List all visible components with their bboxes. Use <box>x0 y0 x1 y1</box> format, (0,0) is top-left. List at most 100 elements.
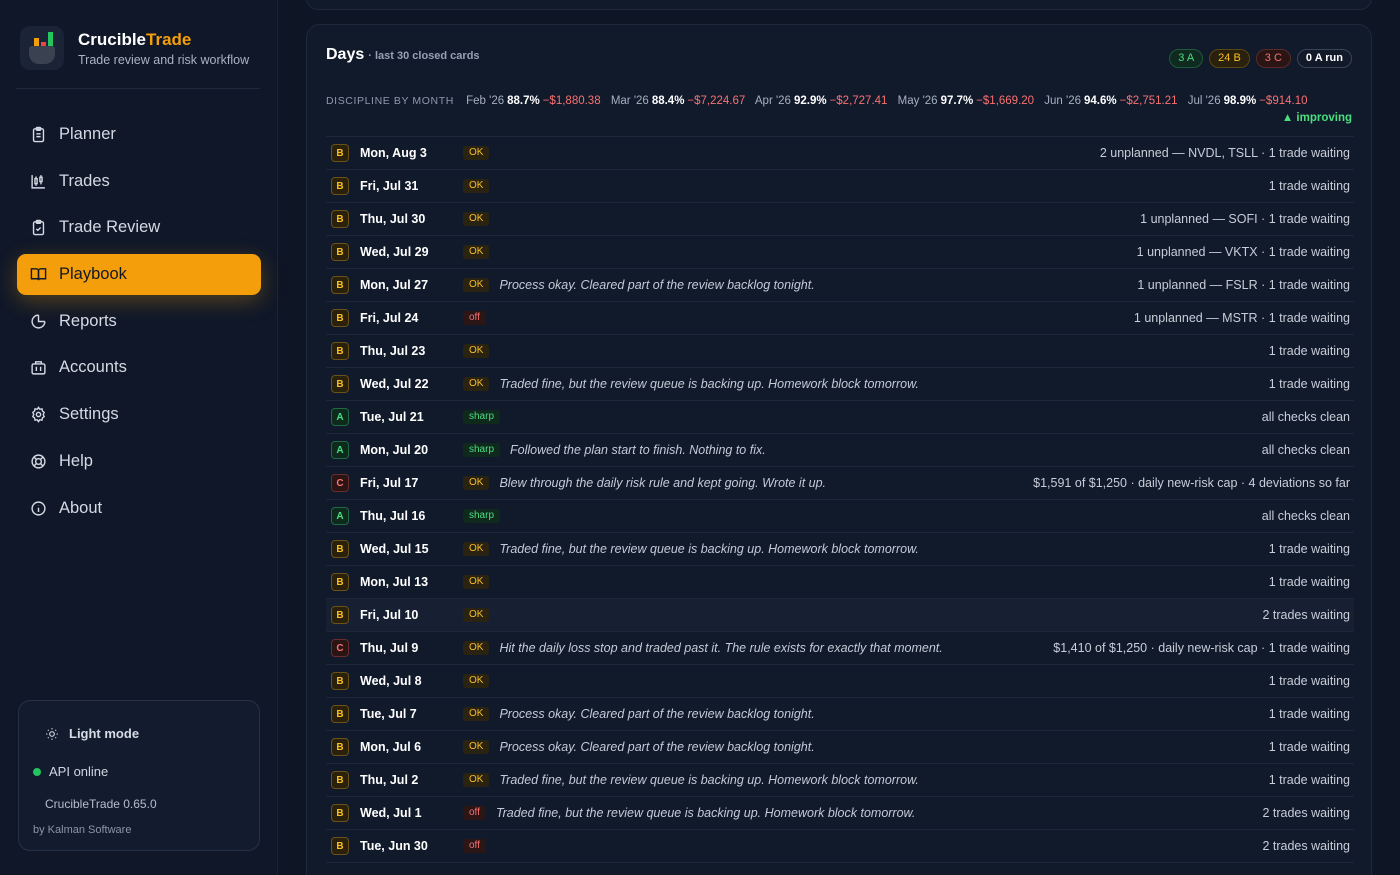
grade-badge: C <box>331 474 349 492</box>
grade-c-count-badge: 3 C <box>1255 49 1291 68</box>
day-date: Fri, Jul 31 <box>360 179 419 193</box>
sidebar-footer-card: Light mode API online CrucibleTrade 0.65… <box>18 700 260 851</box>
grade-summary: 3 A 24 B 3 C 0 A run <box>1169 49 1352 68</box>
grade-badge: B <box>331 309 349 327</box>
grade-badge: B <box>331 276 349 294</box>
day-note: Traded fine, but the review queue is bac… <box>499 377 919 391</box>
grade-badge: B <box>331 705 349 723</box>
api-status-label: API online <box>49 764 109 779</box>
day-row[interactable]: B Mon, Jul 27 OK Process okay. Cleared part… <box>326 269 1354 302</box>
grade-badge: B <box>331 771 349 789</box>
day-date: Fri, Jul 17 <box>360 476 419 490</box>
discipline-label: DISCIPLINE BY MONTH <box>326 95 454 107</box>
day-date: Mon, Jul 27 <box>360 278 429 292</box>
day-status: all checks clean <box>1261 509 1350 523</box>
nav-item-planner[interactable]: Planner <box>17 114 261 155</box>
day-row[interactable]: B Fri, Jul 31 OK 1 trade waiting <box>326 170 1354 203</box>
brand[interactable]: CrucibleTrade Trade review and risk work… <box>20 26 249 70</box>
nav-item-trade-review[interactable]: Trade Review <box>17 207 261 248</box>
logo <box>20 26 64 70</box>
month-pct: 97.7% <box>940 95 974 107</box>
mood-tag: OK <box>463 707 490 721</box>
month-pct: 94.6% <box>1084 95 1117 107</box>
grade-badge: B <box>331 606 349 624</box>
brand-name-accent: Trade <box>146 29 192 49</box>
day-row[interactable]: B Wed, Jul 22 OK Traded fine, but the revie… <box>326 368 1354 401</box>
day-row[interactable]: B Mon, Jul 6 OK Process okay. Cleared part … <box>326 731 1354 764</box>
nav-item-reports[interactable]: Reports <box>17 301 261 342</box>
day-row[interactable]: B Fri, Jul 24 off 1 unplanned — MSTR · 1 tr… <box>326 302 1354 335</box>
brand-subtitle: Trade review and risk workflow <box>78 52 250 67</box>
day-row[interactable]: B Wed, Jul 8 OK 1 trade waiting <box>326 665 1354 698</box>
discipline-by-month: DISCIPLINE BY MONTH Feb '26 88.7% −$1,880.… <box>326 90 1354 113</box>
day-row[interactable]: B Tue, Jun 30 off 2 trades waiting <box>326 830 1354 863</box>
candlestick-icon <box>29 172 47 190</box>
nav-item-settings[interactable]: Settings <box>17 394 261 435</box>
mood-tag: OK <box>463 740 490 754</box>
days-title: Days <box>326 46 365 63</box>
day-date: Tue, Jul 7 <box>360 707 417 721</box>
day-row[interactable]: B Thu, Jul 30 OK 1 unplanned — SOFI · 1 tra… <box>326 203 1354 236</box>
day-note: Traded fine, but the review queue is bac… <box>499 773 919 787</box>
month-pct: 98.9% <box>1223 95 1257 107</box>
day-status: 2 trades waiting <box>1262 608 1350 622</box>
sidebar: CrucibleTrade Trade review and risk work… <box>0 0 278 875</box>
day-date: Thu, Jul 23 <box>360 344 426 358</box>
day-row[interactable]: B Thu, Jul 23 OK 1 trade waiting <box>326 335 1354 368</box>
month-label: Mar '26 <box>610 95 649 107</box>
lifebuoy-icon <box>29 452 47 470</box>
light-mode-toggle[interactable]: Light mode <box>45 726 139 741</box>
day-row[interactable]: B Wed, Jul 1 off Traded fine, but the revie… <box>326 797 1354 830</box>
mood-tag: OK <box>463 608 490 622</box>
nav-item-accounts[interactable]: Accounts <box>17 347 261 388</box>
month-pnl: −$7,224.67 <box>687 95 746 107</box>
day-status: all checks clean <box>1261 443 1350 457</box>
a-run-badge: 0 A run <box>1296 49 1352 68</box>
brand-name: CrucibleTrade <box>78 30 249 50</box>
day-row[interactable]: A Tue, Jul 21 sharp all checks clean <box>326 401 1354 434</box>
nav-item-trades[interactable]: Trades <box>17 161 261 202</box>
month-label: Jul '26 <box>1187 95 1221 107</box>
day-row[interactable]: B Thu, Jul 2 OK Traded fine, but the review… <box>326 764 1354 797</box>
day-row[interactable]: B Fri, Jul 10 OK 2 trades waiting <box>326 599 1354 632</box>
day-date: Wed, Jul 1 <box>360 806 422 820</box>
day-row[interactable]: A Mon, Jul 20 sharp Followed the plan start… <box>326 434 1354 467</box>
nav-item-help[interactable]: Help <box>17 441 261 482</box>
day-row[interactable]: C Fri, Jul 17 OK Blew through the daily ris… <box>326 467 1354 500</box>
mood-tag: OK <box>463 212 490 226</box>
month-pnl: −$2,727.41 <box>829 95 888 107</box>
day-row[interactable]: B Tue, Jul 7 OK Process okay. Cleared part … <box>326 698 1354 731</box>
day-row[interactable]: B Mon, Aug 3 OK 2 unplanned — NVDL, TSLL · … <box>326 137 1354 170</box>
mood-tag: sharp <box>463 509 501 523</box>
mood-tag: OK <box>463 641 490 655</box>
grade-badge: A <box>331 441 349 459</box>
day-row[interactable]: B Wed, Jul 29 OK 1 unplanned — VKTX · 1 tra… <box>326 236 1354 269</box>
day-note: Followed the plan start to finish. Nothi… <box>510 443 766 457</box>
day-row[interactable]: B Wed, Jul 15 OK Traded fine, but the revie… <box>326 533 1354 566</box>
mood-tag: OK <box>463 377 490 391</box>
day-status: 1 unplanned — VKTX · 1 trade waiting <box>1136 245 1350 259</box>
day-row[interactable]: A Thu, Jul 16 sharp all checks clean <box>326 500 1354 533</box>
day-note: Traded fine, but the review queue is bac… <box>499 542 919 556</box>
day-date: Mon, Jul 20 <box>360 443 429 457</box>
nav-item-label: Reports <box>59 311 117 330</box>
nav-item-about[interactable]: About <box>17 488 261 529</box>
previous-panel-edge <box>306 0 1372 10</box>
building-icon <box>29 359 47 377</box>
nav-item-label: About <box>59 498 103 517</box>
days-header: Days · last 30 closed cards <box>326 46 480 64</box>
day-status: 1 unplanned — MSTR · 1 trade waiting <box>1133 311 1350 325</box>
nav-item-playbook[interactable]: Playbook <box>17 254 261 296</box>
grade-badge: B <box>331 375 349 393</box>
mood-tag: OK <box>463 278 490 292</box>
day-row[interactable]: C Thu, Jul 9 OK Hit the daily loss stop and… <box>326 632 1354 665</box>
grade-badge: C <box>331 639 349 657</box>
day-date: Thu, Jul 16 <box>360 509 426 523</box>
month-label: May '26 <box>897 95 938 107</box>
grade-badge: A <box>331 507 349 525</box>
day-row[interactable]: B Mon, Jul 13 OK 1 trade waiting <box>326 566 1354 599</box>
day-status: 1 trade waiting <box>1268 773 1350 787</box>
day-note: Process okay. Cleared part of the review… <box>499 740 815 754</box>
sun-icon <box>45 727 59 741</box>
month-pnl: −$914.10 <box>1259 95 1308 107</box>
